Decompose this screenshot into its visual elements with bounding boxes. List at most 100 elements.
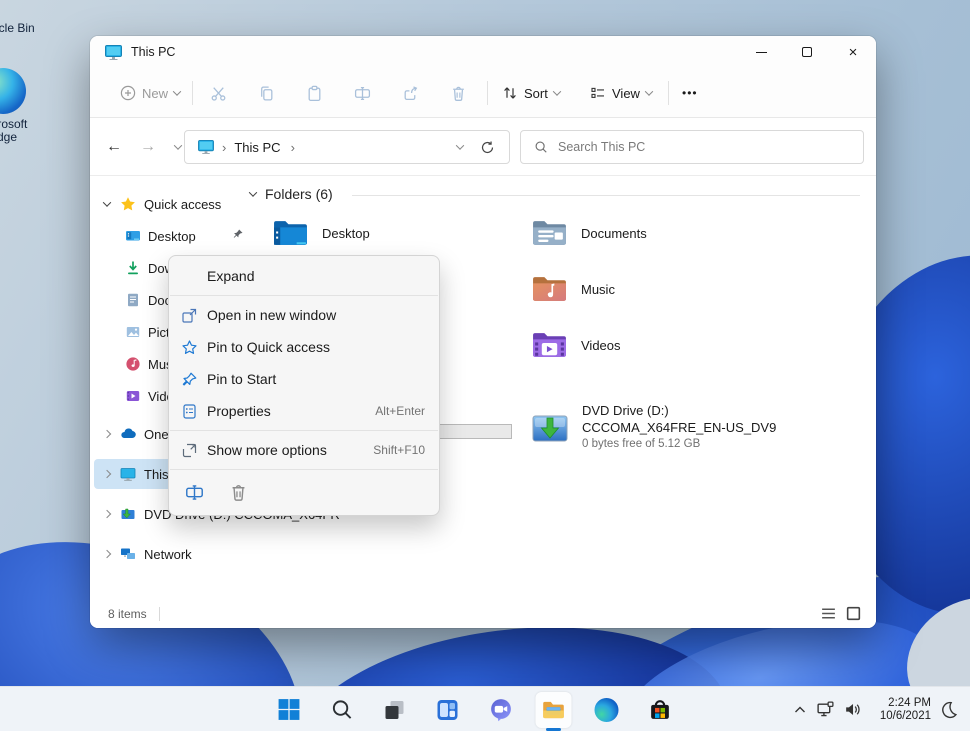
desktop-icon-edge[interactable]: Microsoft Edge xyxy=(0,68,43,144)
start-button[interactable] xyxy=(271,692,307,728)
sort-button[interactable]: Sort xyxy=(502,68,560,118)
folder-tile-label: Desktop xyxy=(322,226,370,241)
file-explorer-taskbar-button[interactable] xyxy=(536,692,572,728)
maximize-button[interactable] xyxy=(784,36,830,68)
quick-access-star-icon xyxy=(120,196,136,212)
large-icons-view-icon[interactable] xyxy=(845,605,862,622)
search-box[interactable] xyxy=(520,130,864,164)
rename-action-button[interactable] xyxy=(179,478,209,506)
menu-item-show-more-options[interactable]: Show more options Shift+F10 xyxy=(169,434,439,466)
new-button[interactable]: New xyxy=(120,68,180,118)
folders-group-header[interactable]: Folders (6) xyxy=(250,186,333,202)
menu-item-label: Expand xyxy=(207,268,254,284)
maximize-icon xyxy=(802,47,812,57)
task-view-icon xyxy=(383,698,407,722)
sidebar-item-label: Network xyxy=(144,547,192,562)
rename-button[interactable] xyxy=(354,68,371,118)
desktop-icon-label: Microsoft Edge xyxy=(0,118,43,144)
window-title: This PC xyxy=(131,45,175,59)
document-icon xyxy=(125,292,141,308)
tray-overflow-button[interactable] xyxy=(792,702,808,718)
chat-button[interactable] xyxy=(483,692,519,728)
store-taskbar-button[interactable] xyxy=(642,692,678,728)
plus-circle-icon xyxy=(120,85,136,101)
view-icon xyxy=(590,85,606,101)
edge-taskbar-button[interactable] xyxy=(589,692,625,728)
chevron-down-icon xyxy=(249,188,257,196)
taskbar-clock[interactable]: 2:24 PM 10/6/2021 xyxy=(880,697,931,723)
drive-tile-dvd[interactable]: DVD Drive (D:) CCCOMA_X64FRE_EN-US_DV9 0… xyxy=(531,403,776,452)
music-icon xyxy=(125,356,141,372)
breadcrumb-separator: › xyxy=(222,140,226,155)
properties-icon xyxy=(181,403,198,420)
search-input[interactable] xyxy=(558,140,863,154)
menu-item-expand[interactable]: Expand xyxy=(169,260,439,292)
volume-tray-button[interactable] xyxy=(843,700,862,719)
chevron-down-icon xyxy=(553,87,561,95)
menu-item-label: Show more options xyxy=(207,442,327,458)
open-new-window-icon xyxy=(181,307,198,324)
cut-button[interactable] xyxy=(210,68,227,118)
menu-item-label: Pin to Quick access xyxy=(207,339,330,355)
chevron-right-icon xyxy=(103,550,111,558)
paste-button[interactable] xyxy=(306,68,323,118)
folder-tile-label: Documents xyxy=(581,226,647,241)
title-bar[interactable]: This PC × xyxy=(90,36,876,68)
pinned-icon xyxy=(232,228,244,240)
forward-button[interactable]: → xyxy=(134,133,162,161)
share-button[interactable] xyxy=(402,68,419,118)
dvd-name: DVD Drive (D:) xyxy=(582,403,776,418)
refresh-icon[interactable] xyxy=(480,140,495,155)
cut-icon xyxy=(210,85,227,102)
focus-assist-button[interactable] xyxy=(939,700,958,719)
minimize-button[interactable] xyxy=(738,36,784,68)
sidebar-item-network[interactable]: Network xyxy=(94,539,338,569)
address-dropdown-icon[interactable] xyxy=(456,141,464,149)
menu-shortcut: Alt+Enter xyxy=(375,404,425,418)
chevron-down-icon xyxy=(173,87,181,95)
details-view-icon[interactable] xyxy=(820,605,837,622)
menu-item-properties[interactable]: Properties Alt+Enter xyxy=(169,395,439,427)
close-button[interactable]: × xyxy=(830,36,876,68)
chevron-up-icon xyxy=(792,702,808,718)
view-button[interactable]: View xyxy=(590,68,652,118)
menu-item-open-in-new-window[interactable]: Open in new window xyxy=(169,299,439,331)
desktop-icon-recycle-bin[interactable]: Recycle Bin xyxy=(0,0,43,35)
back-button[interactable]: ← xyxy=(100,133,128,161)
edge-icon xyxy=(0,68,26,114)
more-options-button[interactable]: ••• xyxy=(682,68,698,118)
folder-tile-desktop[interactable]: Desktop xyxy=(272,218,370,248)
task-view-button[interactable] xyxy=(377,692,413,728)
music-folder-icon xyxy=(531,274,568,304)
folder-tile-music[interactable]: Music xyxy=(531,274,615,304)
network-tray-button[interactable] xyxy=(816,700,835,719)
menu-item-pin-to-quick-access[interactable]: Pin to Quick access xyxy=(169,331,439,363)
search-icon xyxy=(330,698,353,721)
delete-button[interactable] xyxy=(450,68,467,118)
pin-outline-icon xyxy=(181,371,198,388)
address-bar[interactable]: › This PC › xyxy=(184,130,510,164)
pictures-icon xyxy=(125,324,141,340)
chevron-right-icon xyxy=(103,470,111,478)
menu-shortcut: Shift+F10 xyxy=(373,443,425,457)
this-pc-icon xyxy=(198,140,214,154)
sidebar-item-label: Desktop xyxy=(148,229,196,244)
chat-icon xyxy=(488,697,513,722)
edge-icon xyxy=(595,698,619,722)
breadcrumb-separator: › xyxy=(291,140,295,155)
microsoft-store-icon xyxy=(647,697,672,722)
folder-tile-documents[interactable]: Documents xyxy=(531,218,647,248)
menu-item-label: Properties xyxy=(207,403,271,419)
copy-icon xyxy=(258,85,275,102)
search-button[interactable] xyxy=(324,692,360,728)
copy-button[interactable] xyxy=(258,68,275,118)
folder-tile-label: Videos xyxy=(581,338,621,353)
trash-icon xyxy=(229,483,248,502)
folder-tile-videos[interactable]: Videos xyxy=(531,330,621,360)
widgets-button[interactable] xyxy=(430,692,466,728)
toolbar-separator xyxy=(487,81,488,105)
delete-action-button[interactable] xyxy=(223,478,253,506)
clock-time: 2:24 PM xyxy=(880,697,931,710)
breadcrumb-this-pc[interactable]: This PC xyxy=(234,140,280,155)
menu-item-pin-to-start[interactable]: Pin to Start xyxy=(169,363,439,395)
